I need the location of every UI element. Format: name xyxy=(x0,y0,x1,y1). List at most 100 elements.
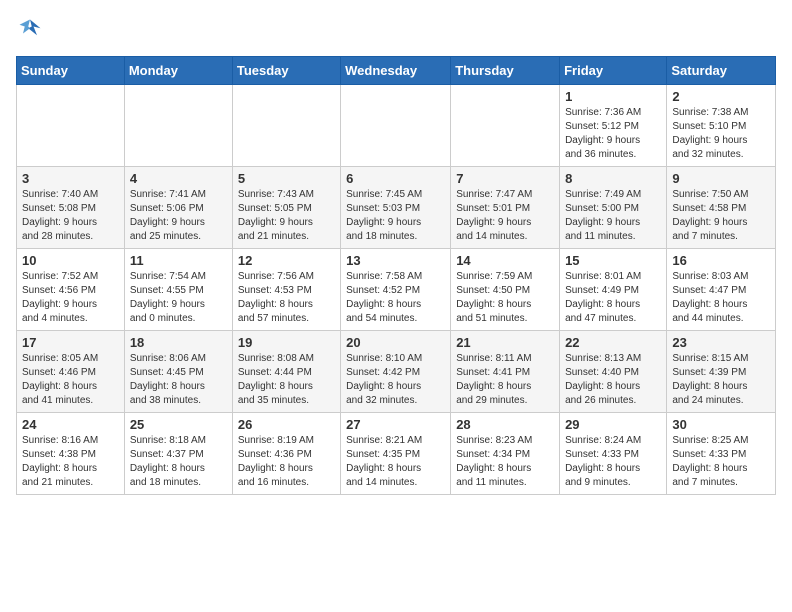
calendar-cell xyxy=(232,85,340,167)
calendar-cell: 30 Sunrise: 8:25 AM Sunset: 4:33 PM Dayli… xyxy=(667,413,776,495)
day-number: 10 xyxy=(22,253,119,268)
day-detail: Sunrise: 8:15 AM Sunset: 4:39 PM Dayligh… xyxy=(672,352,770,408)
calendar-week-row: 10 Sunrise: 7:52 AM Sunset: 4:56 PM Dayli… xyxy=(17,249,776,331)
calendar-cell: 23 Sunrise: 8:15 AM Sunset: 4:39 PM Dayli… xyxy=(667,331,776,413)
day-detail: Sunrise: 8:21 AM Sunset: 4:35 PM Dayligh… xyxy=(346,434,445,490)
calendar-cell xyxy=(124,85,232,167)
day-number: 5 xyxy=(238,171,335,186)
day-detail: Sunrise: 8:03 AM Sunset: 4:47 PM Dayligh… xyxy=(672,270,770,326)
day-number: 2 xyxy=(672,89,770,104)
calendar-week-row: 3 Sunrise: 7:40 AM Sunset: 5:08 PM Daylig… xyxy=(17,167,776,249)
day-detail: Sunrise: 7:36 AM Sunset: 5:12 PM Dayligh… xyxy=(565,106,661,162)
calendar-cell: 8 Sunrise: 7:49 AM Sunset: 5:00 PM Daylig… xyxy=(560,167,667,249)
day-number: 27 xyxy=(346,417,445,432)
calendar-cell: 24 Sunrise: 8:16 AM Sunset: 4:38 PM Dayli… xyxy=(17,413,125,495)
calendar-cell: 14 Sunrise: 7:59 AM Sunset: 4:50 PM Dayli… xyxy=(451,249,560,331)
day-number: 17 xyxy=(22,335,119,350)
calendar-cell: 21Sunrise: 8:11 AM Sunset: 4:41 PM Dayli… xyxy=(451,331,560,413)
day-detail: Sunrise: 7:40 AM Sunset: 5:08 PM Dayligh… xyxy=(22,188,119,244)
day-number: 9 xyxy=(672,171,770,186)
day-detail: Sunrise: 8:23 AM Sunset: 4:34 PM Dayligh… xyxy=(456,434,554,490)
day-number: 24 xyxy=(22,417,119,432)
calendar-cell: 18 Sunrise: 8:06 AM Sunset: 4:45 PM Dayli… xyxy=(124,331,232,413)
day-number: 6 xyxy=(346,171,445,186)
calendar-cell: 17 Sunrise: 8:05 AM Sunset: 4:46 PM Dayli… xyxy=(17,331,125,413)
day-detail: Sunrise: 8:11 AM Sunset: 4:41 PM Dayligh… xyxy=(456,352,554,408)
page-header xyxy=(16,16,776,44)
calendar-header-row: SundayMondayTuesdayWednesdayThursdayFrid… xyxy=(17,57,776,85)
calendar-cell: 16 Sunrise: 8:03 AM Sunset: 4:47 PM Dayli… xyxy=(667,249,776,331)
day-detail: Sunrise: 8:01 AM Sunset: 4:49 PM Dayligh… xyxy=(565,270,661,326)
day-number: 18 xyxy=(130,335,227,350)
calendar-cell: 6 Sunrise: 7:45 AM Sunset: 5:03 PM Daylig… xyxy=(341,167,451,249)
calendar-cell: 25Sunrise: 8:18 AM Sunset: 4:37 PM Dayli… xyxy=(124,413,232,495)
calendar-cell: 12 Sunrise: 7:56 AM Sunset: 4:53 PM Dayli… xyxy=(232,249,340,331)
calendar-cell: 19 Sunrise: 8:08 AM Sunset: 4:44 PM Dayli… xyxy=(232,331,340,413)
day-number: 3 xyxy=(22,171,119,186)
day-detail: Sunrise: 7:56 AM Sunset: 4:53 PM Dayligh… xyxy=(238,270,335,326)
day-number: 19 xyxy=(238,335,335,350)
calendar-cell: 13Sunrise: 7:58 AM Sunset: 4:52 PM Dayli… xyxy=(341,249,451,331)
calendar-cell: 3 Sunrise: 7:40 AM Sunset: 5:08 PM Daylig… xyxy=(17,167,125,249)
calendar-week-row: 17 Sunrise: 8:05 AM Sunset: 4:46 PM Dayli… xyxy=(17,331,776,413)
calendar-cell: 29 Sunrise: 8:24 AM Sunset: 4:33 PM Dayli… xyxy=(560,413,667,495)
day-detail: Sunrise: 7:47 AM Sunset: 5:01 PM Dayligh… xyxy=(456,188,554,244)
day-detail: Sunrise: 7:54 AM Sunset: 4:55 PM Dayligh… xyxy=(130,270,227,326)
day-detail: Sunrise: 7:43 AM Sunset: 5:05 PM Dayligh… xyxy=(238,188,335,244)
calendar-week-row: 24 Sunrise: 8:16 AM Sunset: 4:38 PM Dayli… xyxy=(17,413,776,495)
day-number: 4 xyxy=(130,171,227,186)
day-number: 30 xyxy=(672,417,770,432)
calendar-cell xyxy=(451,85,560,167)
day-number: 12 xyxy=(238,253,335,268)
calendar-cell: 1 Sunrise: 7:36 AM Sunset: 5:12 PM Daylig… xyxy=(560,85,667,167)
day-number: 22 xyxy=(565,335,661,350)
day-number: 16 xyxy=(672,253,770,268)
calendar-week-row: 1 Sunrise: 7:36 AM Sunset: 5:12 PM Daylig… xyxy=(17,85,776,167)
day-number: 7 xyxy=(456,171,554,186)
day-detail: Sunrise: 8:10 AM Sunset: 4:42 PM Dayligh… xyxy=(346,352,445,408)
day-detail: Sunrise: 8:19 AM Sunset: 4:36 PM Dayligh… xyxy=(238,434,335,490)
calendar-cell: 11 Sunrise: 7:54 AM Sunset: 4:55 PM Dayli… xyxy=(124,249,232,331)
day-number: 28 xyxy=(456,417,554,432)
day-detail: Sunrise: 8:05 AM Sunset: 4:46 PM Dayligh… xyxy=(22,352,119,408)
calendar-cell: 7 Sunrise: 7:47 AM Sunset: 5:01 PM Daylig… xyxy=(451,167,560,249)
day-detail: Sunrise: 7:49 AM Sunset: 5:00 PM Dayligh… xyxy=(565,188,661,244)
day-number: 14 xyxy=(456,253,554,268)
day-detail: Sunrise: 8:25 AM Sunset: 4:33 PM Dayligh… xyxy=(672,434,770,490)
day-detail: Sunrise: 7:52 AM Sunset: 4:56 PM Dayligh… xyxy=(22,270,119,326)
column-header-saturday: Saturday xyxy=(667,57,776,85)
day-detail: Sunrise: 7:59 AM Sunset: 4:50 PM Dayligh… xyxy=(456,270,554,326)
logo xyxy=(16,16,48,44)
calendar-cell: 15Sunrise: 8:01 AM Sunset: 4:49 PM Dayli… xyxy=(560,249,667,331)
calendar-cell: 22 Sunrise: 8:13 AM Sunset: 4:40 PM Dayli… xyxy=(560,331,667,413)
column-header-tuesday: Tuesday xyxy=(232,57,340,85)
day-number: 20 xyxy=(346,335,445,350)
day-number: 1 xyxy=(565,89,661,104)
calendar-cell: 27 Sunrise: 8:21 AM Sunset: 4:35 PM Dayli… xyxy=(341,413,451,495)
column-header-monday: Monday xyxy=(124,57,232,85)
calendar-cell xyxy=(17,85,125,167)
calendar-table: SundayMondayTuesdayWednesdayThursdayFrid… xyxy=(16,56,776,495)
day-detail: Sunrise: 8:18 AM Sunset: 4:37 PM Dayligh… xyxy=(130,434,227,490)
day-detail: Sunrise: 7:45 AM Sunset: 5:03 PM Dayligh… xyxy=(346,188,445,244)
day-detail: Sunrise: 8:16 AM Sunset: 4:38 PM Dayligh… xyxy=(22,434,119,490)
day-number: 29 xyxy=(565,417,661,432)
column-header-friday: Friday xyxy=(560,57,667,85)
calendar-cell: 5 Sunrise: 7:43 AM Sunset: 5:05 PM Daylig… xyxy=(232,167,340,249)
day-number: 13 xyxy=(346,253,445,268)
day-detail: Sunrise: 7:50 AM Sunset: 4:58 PM Dayligh… xyxy=(672,188,770,244)
calendar-cell: 20 Sunrise: 8:10 AM Sunset: 4:42 PM Dayli… xyxy=(341,331,451,413)
day-number: 11 xyxy=(130,253,227,268)
day-detail: Sunrise: 8:06 AM Sunset: 4:45 PM Dayligh… xyxy=(130,352,227,408)
calendar-cell xyxy=(341,85,451,167)
day-detail: Sunrise: 8:24 AM Sunset: 4:33 PM Dayligh… xyxy=(565,434,661,490)
day-detail: Sunrise: 8:13 AM Sunset: 4:40 PM Dayligh… xyxy=(565,352,661,408)
calendar-cell: 2Sunrise: 7:38 AM Sunset: 5:10 PM Daylig… xyxy=(667,85,776,167)
calendar-cell: 9 Sunrise: 7:50 AM Sunset: 4:58 PM Daylig… xyxy=(667,167,776,249)
calendar-cell: 10 Sunrise: 7:52 AM Sunset: 4:56 PM Dayli… xyxy=(17,249,125,331)
column-header-sunday: Sunday xyxy=(17,57,125,85)
day-detail: Sunrise: 8:08 AM Sunset: 4:44 PM Dayligh… xyxy=(238,352,335,408)
day-number: 23 xyxy=(672,335,770,350)
day-number: 8 xyxy=(565,171,661,186)
column-header-wednesday: Wednesday xyxy=(341,57,451,85)
